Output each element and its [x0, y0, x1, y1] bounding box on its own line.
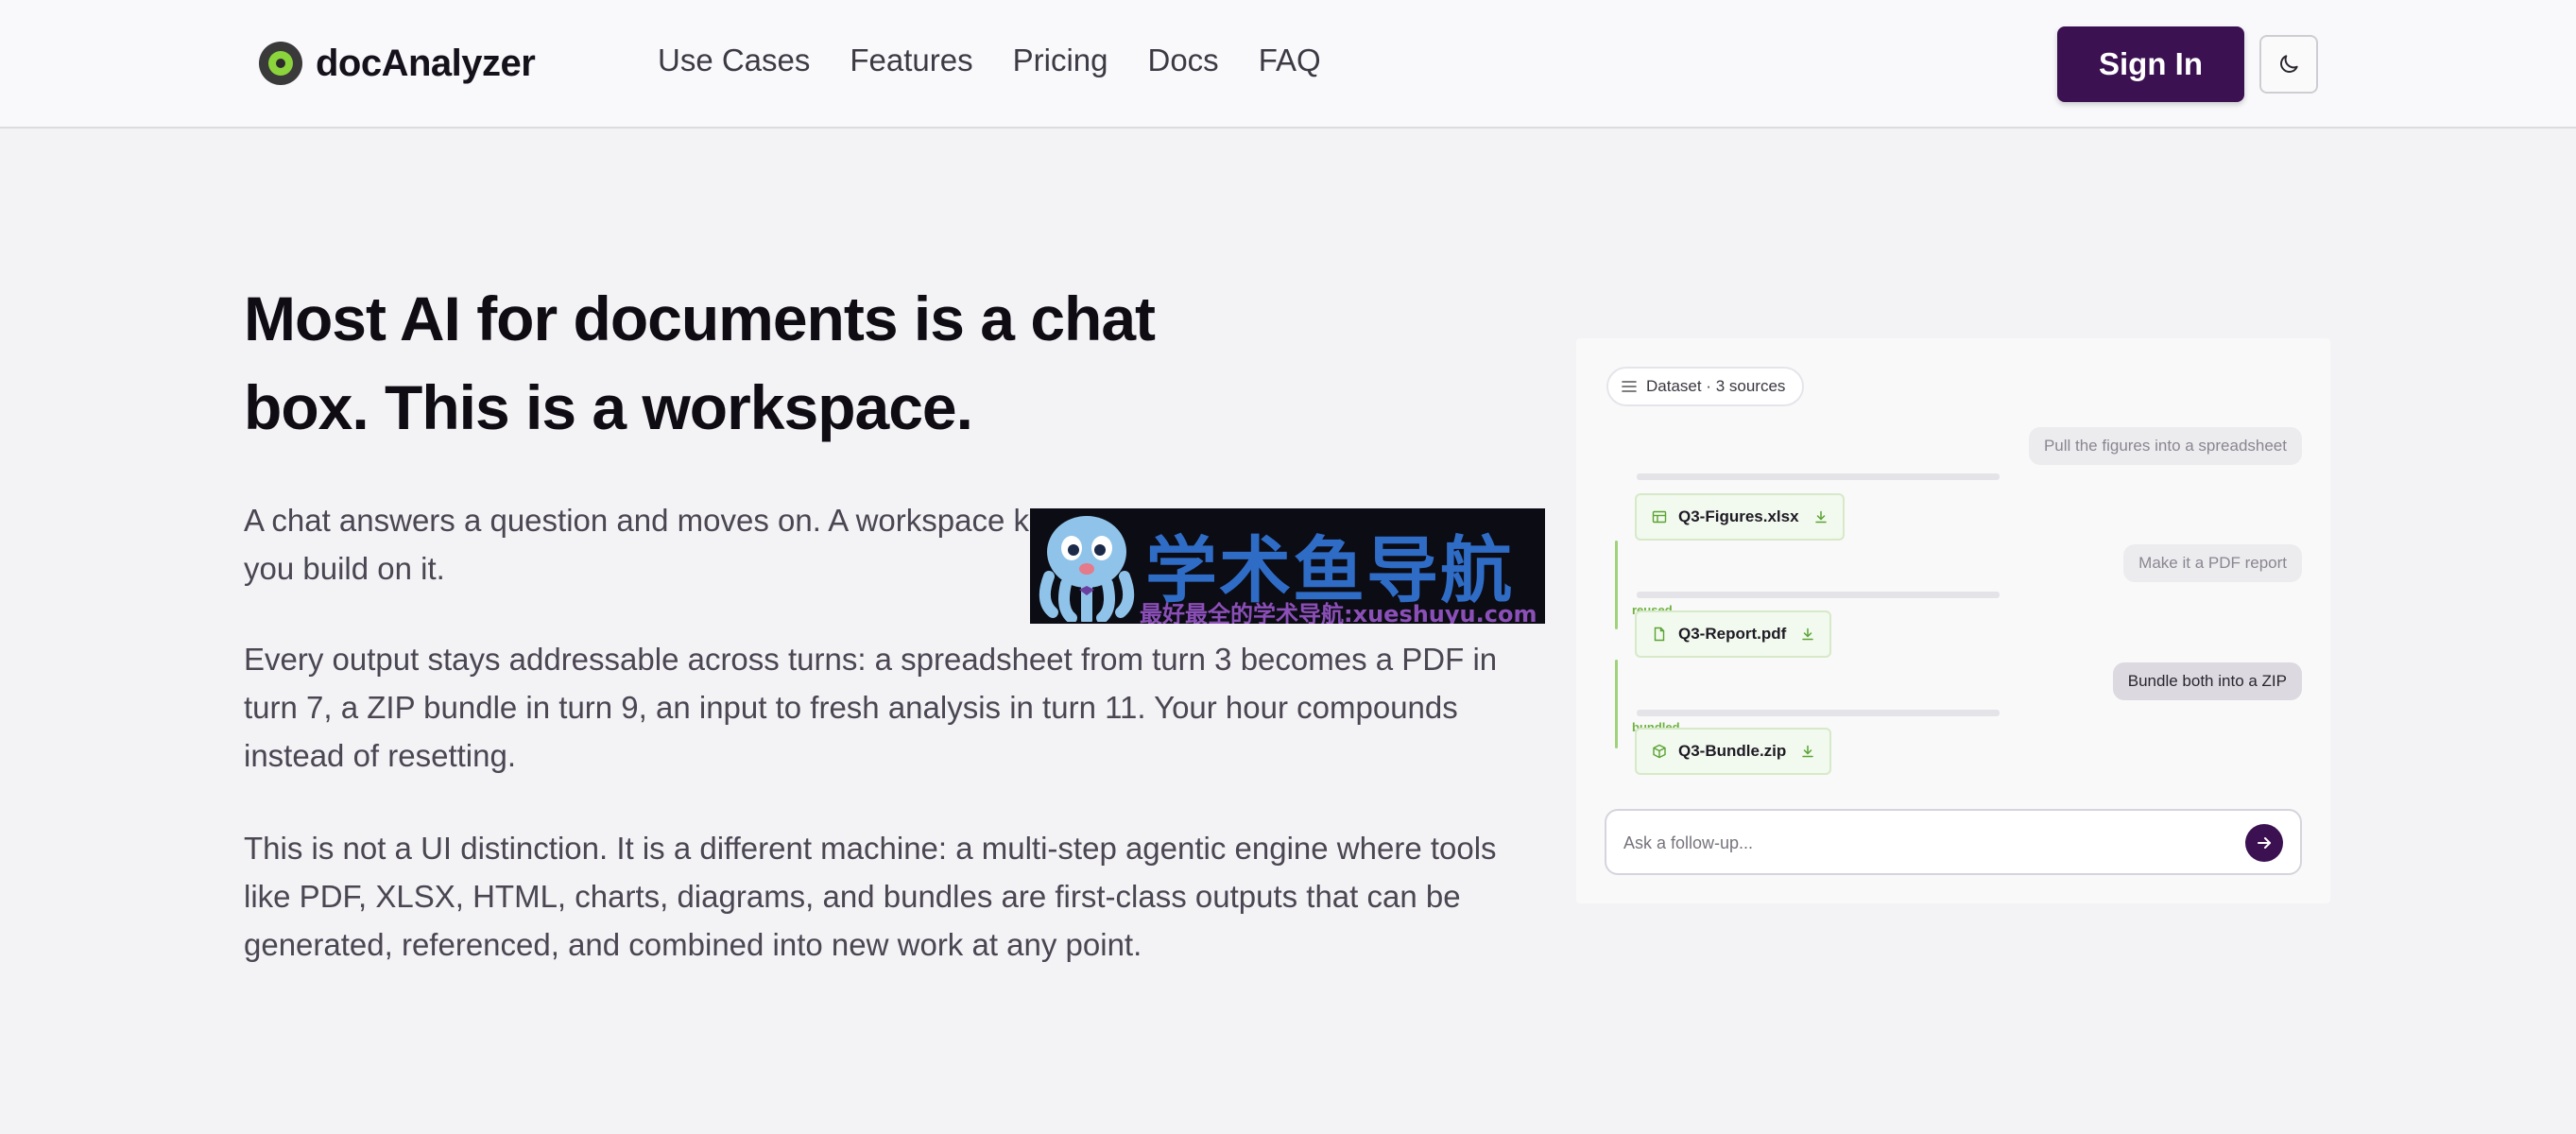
- user-message: Pull the figures into a spreadsheet: [2028, 427, 2302, 465]
- download-icon[interactable]: [1801, 745, 1814, 758]
- file-name: Q3-Bundle.zip: [1678, 742, 1787, 760]
- nav-features[interactable]: Features: [850, 43, 972, 78]
- spreadsheet-icon: [1652, 510, 1667, 524]
- progress-bar: [1637, 473, 2000, 480]
- thread-connector: [1615, 541, 1618, 629]
- nav-pricing[interactable]: Pricing: [1013, 43, 1108, 78]
- top-navbar: docAnalyzer Use Cases Features Pricing D…: [0, 0, 2576, 129]
- octopus-icon: [1039, 516, 1135, 622]
- watermark-subtitle: 最好最全的学术导航:xueshuyu.com: [1140, 601, 1537, 624]
- brand-name: docAnalyzer: [316, 42, 536, 84]
- dataset-chip-label: Dataset · 3 sources: [1646, 377, 1786, 395]
- file-card[interactable]: Q3-Report.pdf: [1635, 610, 1832, 658]
- arrow-right-icon: [2258, 837, 2271, 849]
- progress-bar: [1637, 710, 2000, 716]
- brand-logo[interactable]: docAnalyzer: [259, 42, 536, 85]
- followup-input[interactable]: [1623, 826, 2209, 860]
- dataset-chip[interactable]: Dataset · 3 sources: [1606, 367, 1805, 406]
- file-icon: [1654, 627, 1665, 642]
- sign-in-button[interactable]: Sign In: [2057, 26, 2244, 102]
- list-icon: [1622, 381, 1637, 392]
- file-name: Q3-Report.pdf: [1678, 625, 1787, 643]
- logo-icon: [259, 42, 302, 85]
- file-card[interactable]: Q3-Figures.xlsx: [1635, 493, 1845, 541]
- hero-paragraph-2: Every output stays addressable across tu…: [244, 642, 1498, 773]
- nav-use-cases[interactable]: Use Cases: [658, 43, 810, 78]
- watermark-banner: 学术鱼导航 最好最全的学术导航:xueshuyu.com: [1030, 508, 1545, 624]
- hero-title: Most AI for documents is a chat box. Thi…: [244, 284, 1156, 442]
- theme-toggle-button[interactable]: [2259, 35, 2318, 94]
- file-name: Q3-Figures.xlsx: [1678, 507, 1799, 525]
- download-icon[interactable]: [1801, 627, 1814, 641]
- file-card[interactable]: Q3-Bundle.zip: [1635, 728, 1832, 775]
- main-nav: Use Cases Features Pricing Docs FAQ: [658, 43, 1361, 78]
- send-button[interactable]: [2245, 824, 2283, 862]
- nav-faq[interactable]: FAQ: [1259, 43, 1321, 78]
- moon-icon: [2280, 55, 2298, 73]
- hero-paragraph-3: This is not a UI distinction. It is a di…: [244, 831, 1497, 962]
- workspace-preview: Dataset · 3 sources Pull the figures int…: [1576, 338, 2330, 903]
- user-message: Bundle both into a ZIP: [2112, 662, 2302, 700]
- package-icon: [1653, 744, 1666, 759]
- nav-docs[interactable]: Docs: [1148, 43, 1219, 78]
- followup-box: [1605, 809, 2302, 875]
- user-message: Make it a PDF report: [2123, 544, 2302, 582]
- download-icon[interactable]: [1814, 510, 1828, 524]
- progress-bar: [1637, 592, 2000, 598]
- thread-connector: [1615, 660, 1618, 748]
